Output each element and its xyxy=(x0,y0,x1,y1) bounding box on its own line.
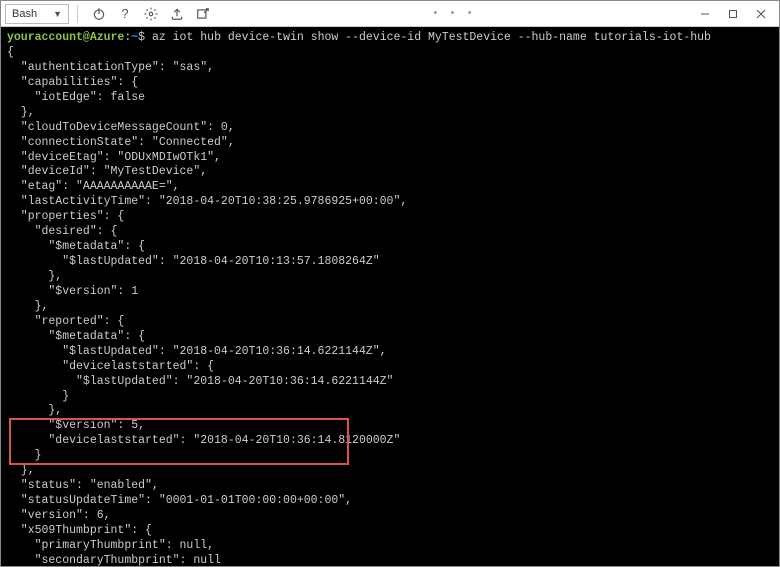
terminal-output[interactable]: youraccount@Azure:~$ az iot hub device-t… xyxy=(1,27,779,566)
upload-icon[interactable] xyxy=(169,6,185,22)
output-line: "secondaryThumbprint": null xyxy=(7,554,773,566)
output-line: "status": "enabled", xyxy=(7,479,773,494)
output-line: "$lastUpdated": "2018-04-20T10:13:57.180… xyxy=(7,255,773,270)
restart-icon[interactable] xyxy=(91,6,107,22)
output-line: "version": 6, xyxy=(7,509,773,524)
help-icon[interactable]: ? xyxy=(117,6,133,22)
command-text: az iot hub device-twin show --device-id … xyxy=(152,31,711,44)
output-line: "devicelaststarted": { xyxy=(7,360,773,375)
output-line: "desired": { xyxy=(7,225,773,240)
separator xyxy=(77,5,78,23)
output-line: } xyxy=(7,449,773,464)
shell-label: Bash xyxy=(12,8,37,20)
output-line: "etag": "AAAAAAAAAAE=", xyxy=(7,180,773,195)
output-line: "x509Thumbprint": { xyxy=(7,524,773,539)
chevron-down-icon: ▼ xyxy=(53,9,62,19)
output-line: "connectionState": "Connected", xyxy=(7,136,773,151)
terminal-window: Bash ▼ ? • • • xyxy=(0,0,780,567)
output-line: "devicelaststarted": "2018-04-20T10:36:1… xyxy=(7,434,773,449)
output-line: "deviceId": "MyTestDevice", xyxy=(7,165,773,180)
output-line: "$lastUpdated": "2018-04-20T10:36:14.622… xyxy=(7,375,773,390)
output-line: }, xyxy=(7,404,773,419)
close-button[interactable] xyxy=(747,4,775,24)
output-line: "properties": { xyxy=(7,210,773,225)
settings-icon[interactable] xyxy=(143,6,159,22)
output-line: "cloudToDeviceMessageCount": 0, xyxy=(7,121,773,136)
output-line: "authenticationType": "sas", xyxy=(7,61,773,76)
minimize-button[interactable] xyxy=(691,4,719,24)
output-line: "$version": 5, xyxy=(7,419,773,434)
titlebar: Bash ▼ ? • • • xyxy=(1,1,779,27)
output-line: "$metadata": { xyxy=(7,330,773,345)
output-line: }, xyxy=(7,464,773,479)
output-line: "$lastUpdated": "2018-04-20T10:36:14.622… xyxy=(7,345,773,360)
output-line: "reported": { xyxy=(7,315,773,330)
command-line: youraccount@Azure:~$ az iot hub device-t… xyxy=(7,31,773,46)
output-line: "lastActivityTime": "2018-04-20T10:38:25… xyxy=(7,195,773,210)
maximize-button[interactable] xyxy=(719,4,747,24)
output-line: "statusUpdateTime": "0001-01-01T00:00:00… xyxy=(7,494,773,509)
output-line: "$version": 1 xyxy=(7,285,773,300)
output-line: "$metadata": { xyxy=(7,240,773,255)
output-line: "primaryThumbprint": null, xyxy=(7,539,773,554)
output-line: "capabilities": { xyxy=(7,76,773,91)
terminal-area[interactable]: youraccount@Azure:~$ az iot hub device-t… xyxy=(1,27,779,566)
window-controls xyxy=(691,4,775,24)
new-session-icon[interactable] xyxy=(195,6,211,22)
output-line: { xyxy=(7,46,773,61)
output-line: }, xyxy=(7,106,773,121)
output-line: } xyxy=(7,390,773,405)
output-line: }, xyxy=(7,300,773,315)
shell-selector[interactable]: Bash ▼ xyxy=(5,4,69,24)
output-line: }, xyxy=(7,270,773,285)
titlebar-drag-area[interactable]: • • • xyxy=(216,8,691,20)
output-line: "iotEdge": false xyxy=(7,91,773,106)
output-line: "deviceEtag": "ODUxMDIwOTk1", xyxy=(7,151,773,166)
